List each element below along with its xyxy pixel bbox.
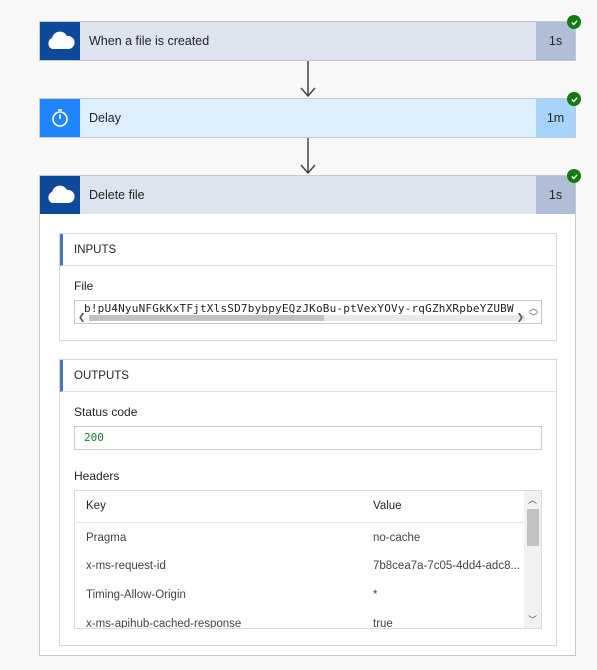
success-check-icon [567,15,581,29]
flow-arrow-icon [300,61,316,98]
status-code-label: Status code [74,405,138,419]
table-row: Timing-Allow-Origin * [75,581,524,609]
success-check-icon [567,169,581,183]
header-key: x-ms-request-id [86,560,166,572]
header-value: true [373,618,393,629]
header-key: Pragma [86,532,127,544]
table-row: Pragma no-cache [75,524,524,552]
header-key: x-ms-apihub-cached-response [86,618,242,629]
status-code-field[interactable]: 200 [74,426,542,450]
status-code-value: 200 [84,431,104,444]
outputs-section: OUTPUTS Status code 200 Headers Key Valu… [59,359,557,646]
inputs-heading: INPUTS [60,234,556,266]
header-value: no-cache [373,532,421,544]
step-title: When a file is created [80,22,536,60]
table-row: x-ms-request-id 7b8cea7a-7c05-4dd4-adc8.… [75,552,524,580]
step-title: Delete file [80,176,536,214]
onedrive-cloud-icon [40,22,80,60]
step-title: Delay [80,99,536,137]
horizontal-scrollbar[interactable] [89,315,525,321]
scroll-down-icon[interactable]: ﹀ [528,613,537,626]
scroll-up-icon[interactable]: ︿ [528,493,537,506]
column-header-value: Value [373,500,402,512]
trigger-card-header[interactable]: When a file is created 1s [39,21,576,61]
file-label: File [74,279,94,293]
timer-icon [40,99,80,137]
scrollbar-thumb[interactable] [527,509,539,546]
flow-arrow-icon [300,138,316,175]
table-header-row: Key Value [75,491,524,523]
scroll-left-icon[interactable]: ❮ [78,313,86,323]
vertical-scrollbar[interactable]: ︿ ﹀ [524,491,541,628]
header-key: Timing-Allow-Origin [86,589,186,601]
scroll-down-icon[interactable]: ﹀ [529,310,538,323]
outputs-heading: OUTPUTS [60,360,556,392]
column-header-key: Key [86,500,106,512]
header-value: 7b8cea7a-7c05-4dd4-adc8... [373,560,521,572]
delay-card-header[interactable]: Delay 1m [39,98,576,138]
headers-label: Headers [74,469,120,483]
header-value: * [373,589,378,601]
scroll-right-icon[interactable]: ❯ [516,313,524,323]
file-value: b!pU4NyuNFGkKxTFjtXlsSD7bybpyEQzJKoBu-pt… [84,302,514,315]
delete-file-details: INPUTS File b!pU4NyuNFGkKxTFjtXlsSD7bybp… [39,214,576,656]
onedrive-cloud-icon [40,176,80,214]
headers-table: Key Value Pragma no-cache x-ms-request-i… [74,490,542,629]
table-row: x-ms-apihub-cached-response true [75,610,524,629]
delete-file-card-header[interactable]: Delete file 1s [39,175,576,215]
inputs-section: INPUTS File b!pU4NyuNFGkKxTFjtXlsSD7bybp… [59,233,557,341]
success-check-icon [567,92,581,106]
file-value-field[interactable]: b!pU4NyuNFGkKxTFjtXlsSD7bybpyEQzJKoBu-pt… [74,300,542,324]
